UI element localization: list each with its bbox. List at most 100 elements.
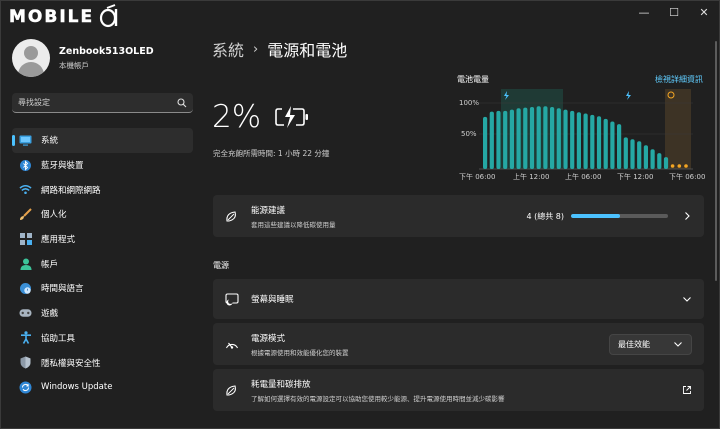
monitor-icon — [19, 134, 32, 147]
sidebar-item-privacy-security[interactable]: 隱私權與安全性 — [12, 350, 193, 375]
user-profile[interactable]: Zenbook513OLED 本機帳戶 — [12, 39, 154, 77]
globe-clock-icon — [19, 282, 32, 295]
charging-bolt-icon — [626, 91, 631, 100]
sidebar-item-gaming[interactable]: 遊戲 — [12, 301, 193, 326]
window-controls: — ☐ ✕ — [629, 1, 719, 23]
leaf-icon — [225, 209, 239, 223]
low-battery-period-bg — [665, 89, 691, 169]
battery-level-point — [670, 164, 675, 168]
battery-level-chart: 100% 50% 下午 06:00 上午 12:00 上午 06:00 下午 1… — [459, 89, 705, 181]
energy-carbon-title: 耗電量和碳排放 — [251, 379, 311, 390]
scrollbar[interactable] — [715, 41, 717, 281]
external-link-icon — [683, 386, 691, 394]
battery-level-bar — [590, 114, 595, 169]
battery-level-bar — [603, 118, 608, 169]
mobile01-logo: MOBILE — [9, 3, 123, 31]
sidebar-item-label: 帳戶 — [41, 259, 59, 270]
power-section-label: 電源 — [213, 261, 229, 270]
battery-level-point — [677, 164, 682, 168]
x-tick-label: 下午 06:00 — [459, 172, 495, 181]
battery-level-bar — [570, 110, 575, 169]
battery-level-bar — [663, 157, 669, 169]
bluetooth-icon — [19, 159, 32, 172]
battery-level-bar — [630, 139, 635, 169]
avatar — [12, 39, 50, 77]
battery-level-bar — [523, 107, 528, 169]
battery-level-bar — [576, 112, 581, 169]
screen-sleep-title: 螢幕與睡眠 — [251, 295, 294, 305]
sidebar-item-apps[interactable]: 應用程式 — [12, 227, 193, 252]
battery-level-bar — [536, 106, 541, 169]
battery-chart-title: 電池電量 — [457, 75, 489, 84]
battery-level-bar — [583, 113, 588, 169]
power-mode-card: 電源模式 根據電源使用和效能優化您的裝置 最佳效能 — [213, 323, 704, 365]
close-button[interactable]: ✕ — [689, 1, 719, 23]
recommendations-progress-bar — [571, 214, 668, 218]
battery-level-bar — [516, 108, 521, 169]
energy-carbon-card[interactable]: 耗電量和碳排放 了解如何選擇有效的電源設定可以協助您使用較少能源、提升電源使用時… — [213, 369, 704, 411]
screen-sleep-icon — [225, 292, 239, 306]
battery-level-bar — [543, 106, 548, 169]
profile-name: Zenbook513OLED — [59, 45, 154, 57]
sidebar-item-time-language[interactable]: 時間與語言 — [12, 276, 193, 301]
logo-text: MOBILE — [9, 7, 95, 28]
battery-level-point — [684, 164, 688, 168]
power-mode-selected: 最佳效能 — [618, 339, 650, 349]
sidebar-item-label: 時間與語言 — [41, 284, 84, 295]
power-mode-icon — [225, 337, 239, 351]
chevron-down-icon — [674, 342, 682, 347]
breadcrumb: 系統 › 電源和電池 — [212, 37, 347, 61]
x-tick-label: 上午 06:00 — [565, 172, 601, 181]
battery-charging-icon — [275, 106, 308, 128]
x-tick-label: 下午 06:00 — [669, 172, 705, 181]
update-icon — [19, 381, 32, 394]
power-mode-dropdown[interactable]: 最佳效能 — [609, 333, 692, 355]
page-title: 電源和電池 — [267, 41, 348, 60]
battery-level-bar — [637, 141, 642, 169]
shield-icon — [19, 356, 32, 369]
search-input[interactable]: 尋找設定 — [12, 93, 193, 113]
view-details-link[interactable]: 檢視詳細資訊 — [655, 74, 703, 85]
sidebar-item-label: 隱私權與安全性 — [41, 358, 101, 369]
sidebar-item-windows-update[interactable]: Windows Update — [12, 375, 193, 400]
recommendations-count: 4 (總共 8) — [526, 211, 564, 221]
battery-level-bar — [550, 106, 555, 169]
recommendations-progress-fill — [571, 214, 620, 218]
maximize-button[interactable]: ☐ — [659, 1, 689, 23]
minimize-button[interactable]: — — [629, 1, 659, 23]
wifi-icon — [19, 183, 32, 196]
accessibility-icon — [19, 331, 32, 345]
battery-level-bar — [503, 110, 508, 169]
battery-level-bar — [650, 149, 655, 169]
logo-mark-icon — [100, 4, 118, 28]
battery-level-bar — [657, 153, 662, 169]
apps-icon — [19, 233, 32, 246]
energy-carbon-subtitle: 了解如何選擇有效的電源設定可以協助您使用較少能源、提升電源使用時間並減少碳影響 — [251, 394, 505, 403]
battery-level-bar — [623, 137, 628, 169]
sidebar-item-label: 應用程式 — [41, 235, 76, 246]
sidebar-item-accounts[interactable]: 帳戶 — [12, 251, 193, 276]
sidebar-item-system[interactable]: 系統 — [12, 128, 193, 153]
sidebar-item-label: Windows Update — [41, 382, 113, 393]
sidebar-nav: 系統 藍牙與裝置 網路和網際網路 個人化 應用程式 帳戶 時間與語言 遊戲 協助… — [12, 128, 193, 400]
person-icon — [19, 257, 32, 270]
chevron-down-icon — [683, 297, 691, 302]
search-icon — [177, 97, 187, 107]
sidebar-item-accessibility[interactable]: 協助工具 — [12, 326, 193, 351]
battery-level-bar — [496, 110, 501, 169]
sidebar-item-label: 個人化 — [41, 210, 67, 221]
sidebar-item-personalization[interactable]: 個人化 — [12, 202, 193, 227]
gamepad-icon — [19, 307, 32, 320]
breadcrumb-parent[interactable]: 系統 — [212, 37, 244, 61]
energy-recommendations-card[interactable]: 能源建議 套用這些建議以降低碳使用量 4 (總共 8) — [213, 195, 704, 237]
battery-level-bar — [643, 145, 648, 169]
battery-level-bar — [596, 116, 602, 169]
search-placeholder: 尋找設定 — [18, 98, 50, 107]
sidebar-item-network[interactable]: 網路和網際網路 — [12, 177, 193, 202]
screen-sleep-card[interactable]: 螢幕與睡眠 — [213, 279, 704, 319]
y-tick-label: 100% — [459, 99, 479, 107]
battery-level-bar — [489, 111, 494, 169]
battery-percentage: 2% — [212, 99, 262, 135]
battery-level-bar — [556, 108, 561, 169]
sidebar-item-bluetooth[interactable]: 藍牙與裝置 — [12, 153, 193, 178]
